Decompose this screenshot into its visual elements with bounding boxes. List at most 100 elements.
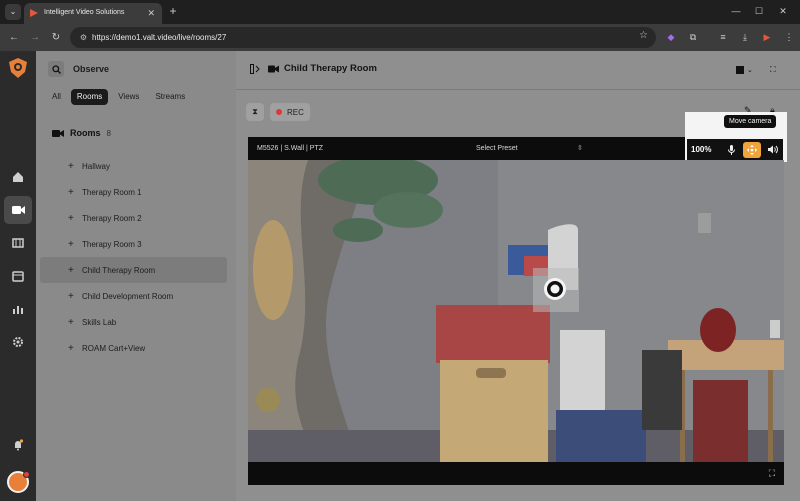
video-player: M5526 | S.Wall | PTZ Select Preset ⇳ 100… — [248, 112, 787, 485]
notifications-bell-icon[interactable] — [4, 431, 32, 459]
preset-caret-icon[interactable]: ⇳ — [577, 137, 583, 160]
camera-icon — [52, 129, 64, 137]
rooms-title: Rooms — [70, 128, 101, 138]
browser-menu-icon[interactable]: ⋮ — [782, 30, 796, 44]
room-label: Hallway — [82, 161, 111, 171]
room-item[interactable]: + Hallway — [36, 153, 236, 179]
chevron-down-icon: ⌄ — [747, 67, 753, 74]
recordings-icon[interactable] — [4, 229, 32, 257]
layout-square-icon — [736, 66, 744, 74]
timer-button[interactable]: ⧗ — [246, 103, 264, 121]
room-label: Skills Lab — [82, 317, 117, 327]
room-label: Child Therapy Room — [82, 265, 156, 275]
room-item-selected[interactable]: + Child Therapy Room — [40, 257, 227, 283]
move-camera-tooltip: Move camera — [724, 115, 777, 128]
fullscreen-page-icon[interactable]: ⛶ — [770, 63, 776, 77]
room-item[interactable]: + Therapy Room 2 — [36, 205, 236, 231]
collapse-panel-icon[interactable] — [250, 63, 260, 74]
preset-select[interactable]: Select Preset — [476, 137, 518, 160]
observe-camera-icon[interactable] — [4, 196, 32, 224]
home-icon[interactable] — [4, 163, 32, 191]
downloads-icon[interactable]: ⤓ — [738, 30, 752, 44]
zoom-level[interactable]: 100% — [691, 145, 719, 154]
minimize-button[interactable]: — — [728, 4, 744, 18]
search-icon — [51, 64, 61, 74]
search-button[interactable] — [48, 61, 64, 77]
observe-panel: Observe All Rooms Views Streams Rooms 8 … — [36, 51, 236, 501]
app-logo-icon[interactable] — [8, 57, 28, 79]
browser-toolbar: ← → ↻ ⚙ https://demo1.valt.video/live/ro… — [0, 24, 800, 51]
site-favicon-icon — [30, 9, 38, 17]
expand-plus-icon: + — [68, 186, 74, 198]
expand-plus-icon: + — [68, 212, 74, 224]
room-title: Child Therapy Room — [284, 63, 377, 74]
record-dot-icon — [276, 109, 282, 115]
layout-select-button[interactable]: ⌄ — [736, 63, 753, 77]
camera-video-feed[interactable] — [248, 160, 784, 462]
reload-button[interactable]: ↻ — [48, 30, 64, 46]
bookmark-star-icon[interactable]: ☆ — [639, 30, 648, 41]
expand-plus-icon: + — [68, 264, 74, 276]
avatar-badge — [23, 471, 30, 478]
filter-rooms[interactable]: Rooms — [70, 89, 109, 105]
extension-icon[interactable]: ◆ — [664, 30, 678, 44]
browser-tabbar: ⌄ Intelligent Video Solutions ✕ + — ☐ ✕ — [0, 0, 800, 24]
expand-plus-icon: + — [68, 316, 74, 328]
reports-chart-icon[interactable] — [4, 295, 32, 323]
site-info-icon[interactable]: ⚙ — [77, 31, 90, 44]
rec-label: REC — [287, 107, 304, 117]
expand-plus-icon: + — [68, 238, 74, 250]
room-camera-icon — [268, 65, 279, 72]
room-label: Child Development Room — [82, 291, 174, 301]
record-button[interactable]: REC — [270, 103, 310, 121]
filter-streams[interactable]: Streams — [149, 89, 191, 105]
tab-search-button[interactable]: ⌄ — [5, 4, 21, 20]
media-control-icon[interactable]: ≡ — [716, 30, 730, 44]
room-item[interactable]: + ROAM Cart+View — [36, 335, 236, 361]
room-label: Therapy Room 1 — [82, 187, 142, 197]
room-list: + Hallway + Therapy Room 1 + Therapy Room 2… — [36, 153, 236, 361]
fullscreen-icon[interactable]: ⛶ — [769, 468, 775, 479]
room-item[interactable]: + Therapy Room 1 — [36, 179, 236, 205]
address-bar[interactable]: ⚙ https://demo1.valt.video/live/rooms/27… — [70, 27, 656, 48]
tab-title: Intelligent Video Solutions — [44, 9, 125, 16]
extensions-puzzle-icon[interactable]: ⧉ — [686, 30, 700, 44]
player-bottom-bar: ⛶ — [248, 462, 784, 485]
rooms-group-header[interactable]: Rooms 8 — [52, 128, 111, 138]
url-text: https://demo1.valt.video/live/rooms/27 — [92, 33, 227, 42]
maximize-button[interactable]: ☐ — [751, 4, 767, 18]
player-control-row: 100% — [687, 139, 783, 160]
filter-views[interactable]: Views — [112, 89, 145, 105]
room-label: ROAM Cart+View — [82, 343, 146, 353]
expand-plus-icon: + — [68, 160, 74, 172]
camera-label: M5526 | S.Wall | PTZ — [257, 145, 324, 152]
forward-button[interactable]: → — [27, 30, 43, 46]
browser-tab[interactable]: Intelligent Video Solutions ✕ — [24, 3, 162, 24]
user-avatar[interactable] — [7, 471, 30, 493]
expand-plus-icon: + — [68, 290, 74, 302]
rooms-count: 8 — [106, 128, 111, 138]
schedule-icon[interactable] — [4, 262, 32, 290]
header-divider — [236, 89, 800, 90]
room-item[interactable]: + Therapy Room 3 — [36, 231, 236, 257]
room-item[interactable]: + Child Development Room — [36, 283, 236, 309]
video-frame-image — [248, 160, 784, 462]
move-camera-icon[interactable] — [743, 141, 761, 158]
panel-title: Observe — [73, 64, 110, 74]
app-nav-rail — [0, 51, 36, 501]
room-item[interactable]: + Skills Lab — [36, 309, 236, 335]
close-window-button[interactable]: ✕ — [775, 4, 791, 18]
settings-gear-icon[interactable] — [4, 328, 32, 356]
tab-close-icon[interactable]: ✕ — [147, 3, 155, 23]
profile-extension-icon[interactable]: ▶ — [760, 30, 774, 44]
hourglass-icon: ⧗ — [252, 107, 258, 116]
filter-all[interactable]: All — [46, 89, 67, 105]
filter-chips: All Rooms Views Streams — [46, 89, 191, 105]
room-label: Therapy Room 3 — [82, 239, 142, 249]
room-label: Therapy Room 2 — [82, 213, 142, 223]
speaker-volume-icon[interactable] — [764, 142, 782, 158]
expand-plus-icon: + — [68, 342, 74, 354]
back-button[interactable]: ← — [6, 30, 22, 46]
new-tab-button[interactable]: + — [166, 4, 180, 18]
microphone-icon[interactable] — [722, 142, 740, 158]
